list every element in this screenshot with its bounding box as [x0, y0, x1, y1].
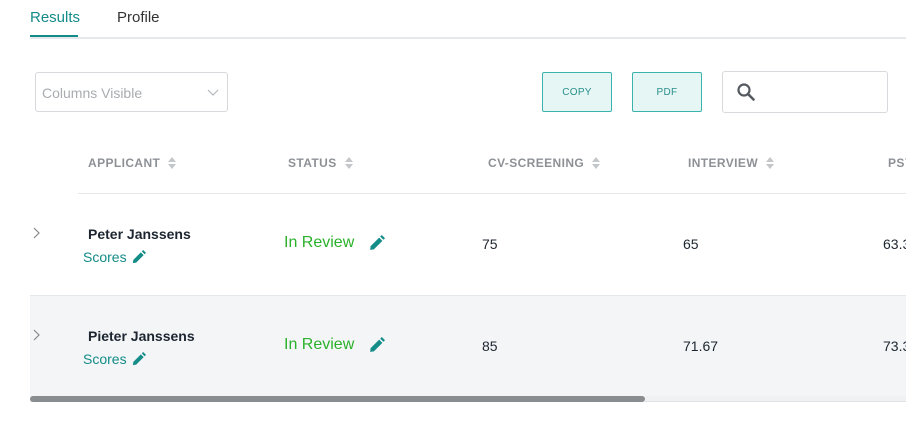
scores-label: Scores — [83, 351, 127, 367]
chevron-right-icon[interactable] — [32, 226, 42, 240]
column-header-label: PSY — [888, 156, 906, 170]
column-header-interview[interactable]: INTERVIEW — [688, 156, 775, 170]
columns-visible-placeholder: Columns Visible — [42, 85, 143, 101]
table-bottom-border — [645, 401, 906, 402]
column-header-label: STATUS — [288, 156, 337, 170]
column-header-applicant[interactable]: APPLICANT — [88, 156, 177, 170]
status-badge: In Review — [284, 336, 386, 354]
status-badge: In Review — [284, 234, 386, 252]
pencil-icon — [132, 249, 146, 263]
edit-status-icon[interactable] — [368, 336, 386, 354]
sort-icon — [766, 157, 775, 169]
pdf-button[interactable]: PDF — [632, 72, 702, 112]
status-text: In Review — [284, 234, 355, 251]
scores-label: Scores — [83, 249, 127, 265]
columns-visible-select[interactable]: Columns Visible — [35, 72, 228, 112]
scores-link[interactable]: Scores — [83, 249, 146, 265]
copy-button[interactable]: COPY — [542, 72, 612, 112]
search-box — [722, 71, 888, 113]
chevron-down-icon — [207, 89, 219, 96]
chevron-right-icon[interactable] — [32, 328, 42, 342]
interview-cell: 71.67 — [683, 338, 719, 354]
status-text: In Review — [284, 336, 355, 353]
table-row: Peter Janssens Scores In Review 75 65 63… — [30, 194, 906, 295]
pencil-icon — [132, 351, 146, 365]
column-header-psy[interactable]: PSY — [888, 156, 906, 170]
sort-icon — [592, 157, 601, 169]
edit-status-icon[interactable] — [368, 234, 386, 252]
tab-results[interactable]: Results — [30, 9, 80, 37]
applicant-name: Pieter Janssens — [88, 328, 195, 344]
tab-profile[interactable]: Profile — [117, 9, 160, 37]
cv-screening-cell: 75 — [482, 236, 498, 252]
column-header-label: INTERVIEW — [688, 156, 759, 170]
psy-cell: 73.3 — [883, 338, 906, 354]
column-header-label: APPLICANT — [88, 156, 161, 170]
column-header-label: CV-SCREENING — [488, 156, 585, 170]
sort-icon — [344, 157, 353, 169]
psy-cell: 63.3 — [883, 236, 906, 252]
column-header-status[interactable]: STATUS — [288, 156, 353, 170]
results-table: APPLICANT STATUS CV-SCREENING INTERVIEW … — [30, 132, 906, 402]
column-header-cv-screening[interactable]: CV-SCREENING — [488, 156, 601, 170]
interview-cell: 65 — [683, 236, 699, 252]
applicant-name: Peter Janssens — [88, 226, 191, 242]
sort-icon — [168, 157, 177, 169]
scores-link[interactable]: Scores — [83, 351, 146, 367]
horizontal-scrollbar-thumb[interactable] — [30, 396, 645, 402]
tab-bar: Results Profile — [30, 0, 906, 39]
table-row: Pieter Janssens Scores In Review 85 71.6… — [30, 295, 906, 397]
search-icon — [737, 83, 755, 101]
cv-screening-cell: 85 — [482, 338, 498, 354]
search-input[interactable] — [763, 80, 885, 106]
